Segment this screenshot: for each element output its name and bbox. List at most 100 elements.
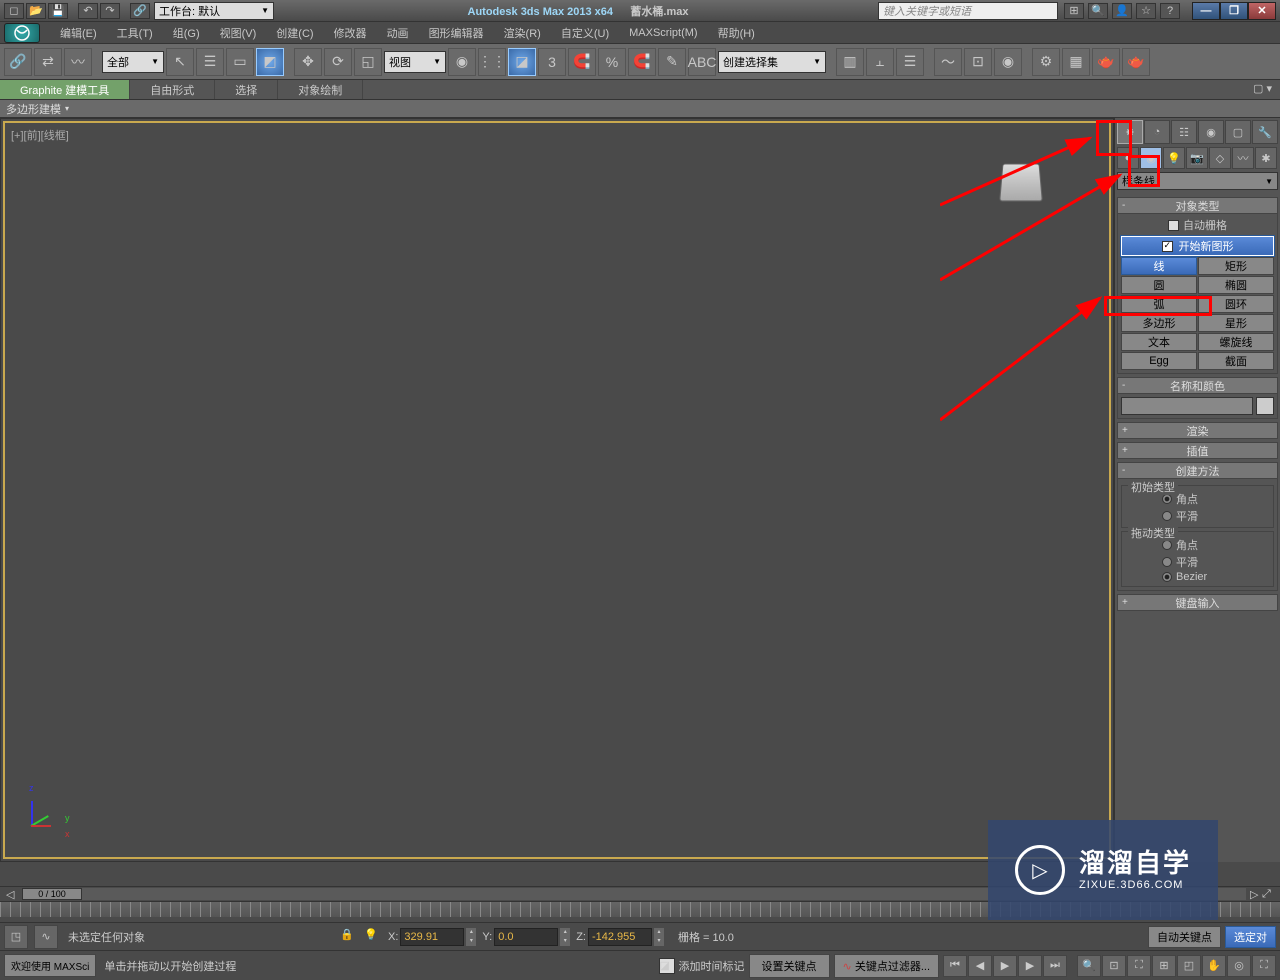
ribbon-tab-selection[interactable]: 选择 [215,80,278,99]
render-frame-icon[interactable]: ▦ [1062,48,1090,76]
drag-corner-radio[interactable] [1162,540,1172,550]
align-tool-icon[interactable]: ⫠ [866,48,894,76]
menu-edit[interactable]: 编辑(E) [50,23,107,43]
star-button[interactable]: 星形 [1198,314,1274,332]
menu-customize[interactable]: 自定义(U) [551,23,619,43]
time-expand-icon[interactable]: ⤢ [1262,888,1274,901]
display-panel-icon[interactable]: ▢ [1225,120,1251,144]
redo-icon[interactable]: ↷ [100,3,120,19]
start-new-shape-checkbox[interactable] [1162,241,1173,252]
object-name-input[interactable] [1121,397,1253,415]
menu-group[interactable]: 组(G) [163,23,210,43]
motion-panel-icon[interactable]: ◉ [1198,120,1224,144]
initial-corner-radio[interactable] [1162,494,1172,504]
donut-button[interactable]: 圆环 [1198,295,1274,313]
lights-cat-icon[interactable]: 💡 [1163,147,1185,169]
coord-x-input[interactable]: 329.91 [400,928,464,946]
link-tool-icon[interactable]: 🔗 [4,48,32,76]
goto-end-icon[interactable]: ⏭ [1043,955,1067,977]
object-color-swatch[interactable] [1256,397,1274,415]
cameras-cat-icon[interactable]: 📷 [1186,147,1208,169]
bind-space-tool-icon[interactable]: 〰 [64,48,92,76]
window-crossing-icon[interactable]: ◩ [256,48,284,76]
circle-button[interactable]: 圆 [1121,276,1197,294]
keyboard-shortcut-icon[interactable]: ◪ [508,48,536,76]
play-icon[interactable]: ▶ [993,955,1017,977]
menu-help[interactable]: 帮助(H) [708,23,765,43]
rollout-keyboard-entry[interactable]: +键盘输入 [1117,594,1278,611]
menu-grapheditors[interactable]: 图形编辑器 [419,23,494,43]
select-object-icon[interactable]: ↖ [166,48,194,76]
rotate-tool-icon[interactable]: ⟳ [324,48,352,76]
track-toggle-icon[interactable]: ◳ [4,925,28,949]
selection-set-dropdown[interactable]: 创建选择集▼ [718,51,826,73]
ribbon-panel-polymodel[interactable]: 多边形建模▾ [0,100,1280,118]
ribbon-tab-graphite[interactable]: Graphite 建模工具 [0,80,130,99]
auto-grid-checkbox[interactable] [1168,220,1179,231]
menu-rendering[interactable]: 渲染(R) [494,23,551,43]
pivot-center-icon[interactable]: ◉ [448,48,476,76]
material-editor-icon[interactable]: ◉ [994,48,1022,76]
arc-button[interactable]: 弧 [1121,295,1197,313]
select-region-icon[interactable]: ▭ [226,48,254,76]
link-icon[interactable]: 🔗 [130,3,150,19]
drag-bezier-radio[interactable] [1162,572,1172,582]
menu-views[interactable]: 视图(V) [210,23,267,43]
unlink-tool-icon[interactable]: ⇄ [34,48,62,76]
rollout-interpolation[interactable]: +插值 [1117,442,1278,459]
field-of-view-icon[interactable]: ◰ [1177,955,1201,977]
track-curve-icon[interactable]: ∿ [34,925,58,949]
menu-create[interactable]: 创建(C) [266,23,323,43]
scale-tool-icon[interactable]: ◱ [354,48,382,76]
viewport-label[interactable]: [+][前][线框] [11,127,69,143]
selection-lock-button[interactable]: 选定对 [1225,926,1276,948]
text-button[interactable]: 文本 [1121,333,1197,351]
move-tool-icon[interactable]: ✥ [294,48,322,76]
help-icon[interactable]: ? [1160,3,1180,19]
add-time-tag-icon[interactable]: ◪ [659,958,675,974]
ellipse-button[interactable]: 椭圆 [1198,276,1274,294]
section-button[interactable]: 截面 [1198,352,1274,370]
workspace-dropdown[interactable]: 工作台: 默认 ▼ [154,2,274,20]
percent-snap-icon[interactable]: % [598,48,626,76]
coord-z-input[interactable]: -142.955 [588,928,652,946]
pan-icon[interactable]: ✋ [1202,955,1226,977]
snap-toggle-icon[interactable]: 3 [538,48,566,76]
menu-animation[interactable]: 动画 [377,23,419,43]
zoom-extents-icon[interactable]: ⛶ [1127,955,1151,977]
menu-modifiers[interactable]: 修改器 [324,23,377,43]
signin-icon[interactable]: 👤 [1112,3,1132,19]
time-next-key-icon[interactable]: ▷ [1250,888,1262,901]
selection-filter-dropdown[interactable]: 全部▼ [102,51,164,73]
menu-maxscript[interactable]: MAXScript(M) [619,25,707,41]
close-button[interactable]: ✕ [1248,2,1276,20]
favorites-icon[interactable]: ☆ [1136,3,1156,19]
ribbon-tab-paint[interactable]: 对象绘制 [278,80,363,99]
ribbon-tab-freeform[interactable]: 自由形式 [130,80,215,99]
coord-y-input[interactable]: 0.0 [494,928,558,946]
mirror-tool-icon[interactable]: ▥ [836,48,864,76]
selection-lock-icon[interactable]: 🔒 [340,928,358,946]
isolate-icon[interactable]: 💡 [364,928,382,946]
rollout-creation-method[interactable]: -创建方法 [1117,462,1278,479]
angle-snap-icon[interactable]: 🧲 [568,48,596,76]
manipulate-icon[interactable]: ⋮⋮ [478,48,506,76]
minimize-button[interactable]: — [1192,2,1220,20]
line-button[interactable]: 线 [1121,257,1197,275]
undo-icon[interactable]: ↶ [78,3,98,19]
rectangle-button[interactable]: 矩形 [1198,257,1274,275]
shapes-cat-icon[interactable]: ◉ [1140,147,1162,169]
search-icon[interactable]: 🔍 [1088,3,1108,19]
app-menu-icon[interactable] [4,23,40,43]
geometry-cat-icon[interactable]: ● [1117,147,1139,169]
render-icon[interactable]: 🫖 [1092,48,1120,76]
utilities-panel-icon[interactable]: 🔧 [1252,120,1278,144]
set-key-button[interactable]: 设置关键点 [749,954,830,978]
zoom-icon[interactable]: 🔍 [1077,955,1101,977]
time-slider-handle[interactable]: 0 / 100 [22,888,82,900]
maxscript-listener[interactable]: 欢迎使用 MAXSci [4,954,96,977]
render-setup-icon[interactable]: ⚙ [1032,48,1060,76]
rollout-rendering[interactable]: +渲染 [1117,422,1278,439]
auto-key-button[interactable]: 自动关键点 [1148,926,1221,948]
ngon-button[interactable]: 多边形 [1121,314,1197,332]
